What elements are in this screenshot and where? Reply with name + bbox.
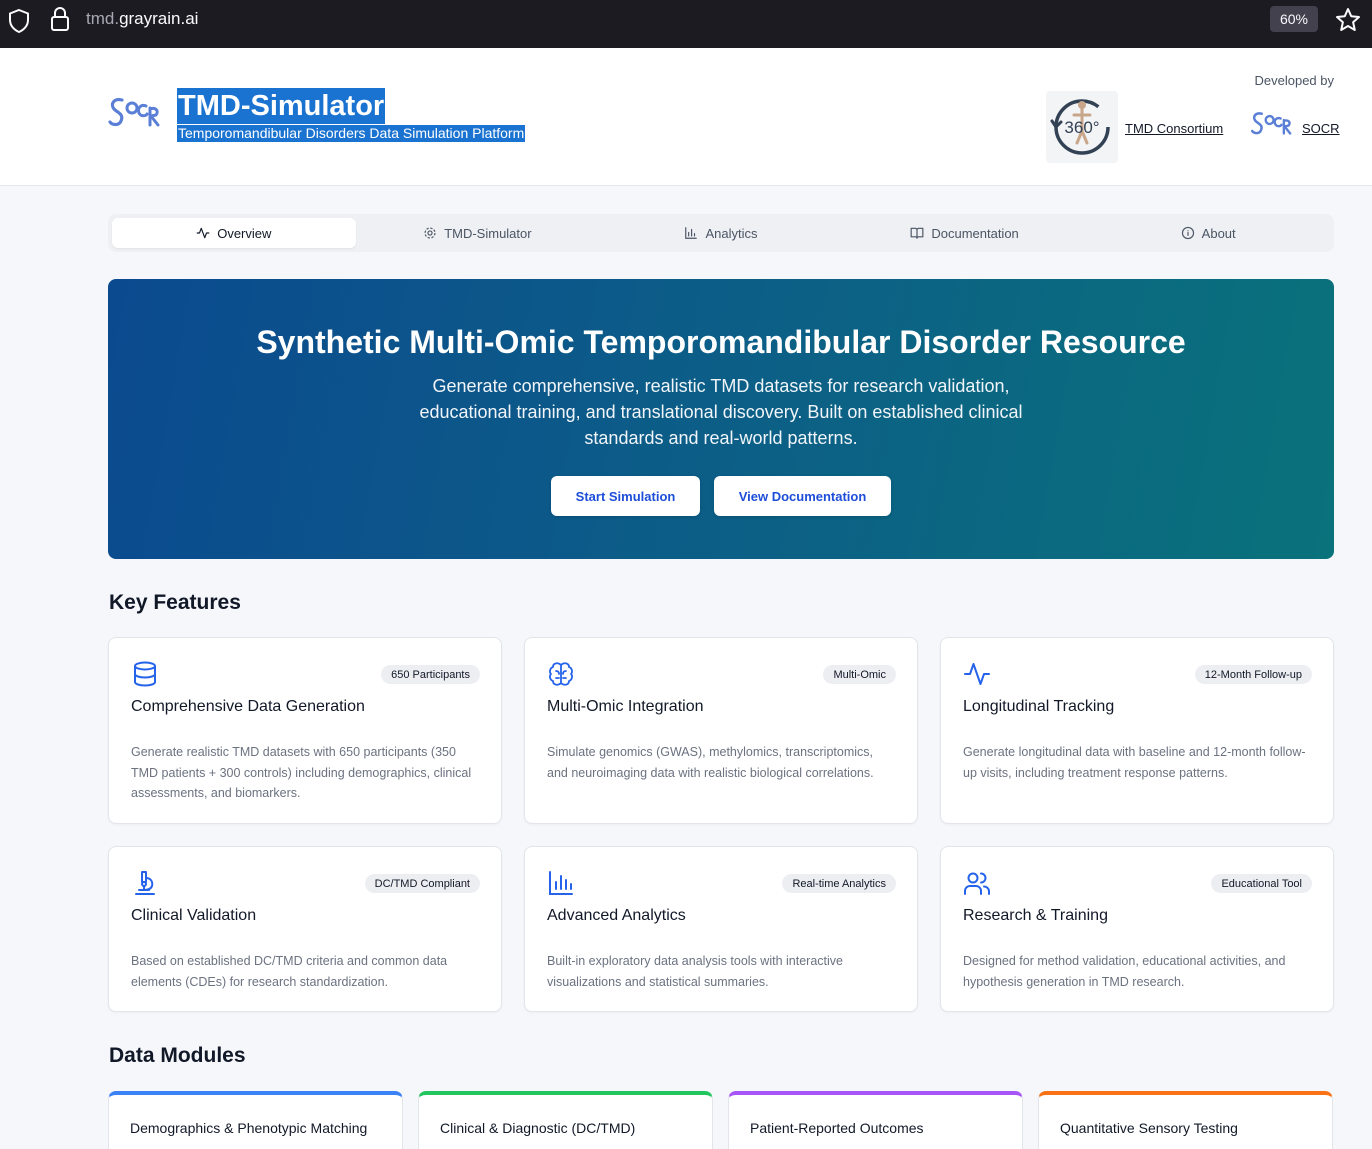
- feature-card-research-training: Educational Tool Research & Training Des…: [940, 846, 1334, 1012]
- bar-chart-icon: [549, 871, 573, 895]
- lock-icon[interactable]: [50, 6, 70, 32]
- feature-title: Comprehensive Data Generation: [131, 698, 365, 715]
- feature-card-data-generation: 650 Participants Comprehensive Data Gene…: [108, 637, 502, 824]
- feature-description: Simulate genomics (GWAS), methylomics, t…: [547, 745, 874, 780]
- site-header: TMD-Simulator Temporomandibular Disorder…: [0, 48, 1372, 186]
- info-icon: [1181, 226, 1194, 240]
- socr-link[interactable]: SOCR: [1302, 121, 1340, 136]
- key-features-heading: Key Features: [109, 591, 241, 614]
- module-title: Clinical & Diagnostic (DC/TMD): [440, 1120, 636, 1136]
- url-field[interactable]: tmd.grayrain.ai: [86, 9, 198, 29]
- developed-by-label: Developed by: [1254, 73, 1335, 88]
- feature-card-advanced-analytics: Real-time Analytics Advanced Analytics B…: [524, 846, 918, 1012]
- tab-label: Analytics: [705, 225, 758, 241]
- main-tabs: Overview TMD-Simulator Analytics Documen…: [108, 214, 1334, 252]
- feature-card-multi-omic: Multi-Omic Multi-Omic Integration Simula…: [524, 637, 918, 824]
- feature-title: Advanced Analytics: [547, 907, 686, 924]
- feature-badge: 12-Month Follow-up: [1194, 665, 1312, 684]
- book-icon: [910, 227, 924, 239]
- tab-analytics[interactable]: Analytics: [599, 218, 843, 248]
- feature-badge: 650 Participants: [381, 665, 480, 684]
- feature-title: Research & Training: [963, 907, 1108, 924]
- users-icon: [964, 872, 990, 895]
- feature-badge: Real-time Analytics: [782, 874, 896, 893]
- zoom-level-button[interactable]: 60%: [1270, 6, 1318, 32]
- module-card-clinical[interactable]: Clinical & Diagnostic (DC/TMD): [418, 1091, 713, 1149]
- site-subtitle: Temporomandibular Disorders Data Simulat…: [177, 125, 526, 142]
- hero-banner: Synthetic Multi-Omic Temporomandibular D…: [108, 279, 1334, 559]
- socr-logo-small[interactable]: [1249, 109, 1295, 139]
- feature-description: Designed for method validation, educatio…: [963, 954, 1286, 989]
- database-icon: [134, 661, 156, 687]
- gear-icon: [424, 227, 436, 239]
- feature-card-clinical-validation: DC/TMD Compliant Clinical Validation Bas…: [108, 846, 502, 1012]
- module-title: Quantitative Sensory Testing: [1060, 1120, 1238, 1136]
- hero-title: Synthetic Multi-Omic Temporomandibular D…: [256, 324, 1186, 360]
- data-modules-heading: Data Modules: [109, 1044, 246, 1067]
- activity-icon: [964, 663, 990, 685]
- tab-about[interactable]: About: [1086, 218, 1330, 248]
- hero-description: Generate comprehensive, realistic TMD da…: [419, 376, 1023, 448]
- module-title: Demographics & Phenotypic Matching: [130, 1120, 368, 1136]
- bookmark-star-icon[interactable]: [1334, 6, 1362, 34]
- tmd-360-logo[interactable]: 360°: [1046, 91, 1118, 163]
- microscope-icon: [135, 871, 155, 895]
- module-card-sensory-testing[interactable]: Quantitative Sensory Testing: [1038, 1091, 1333, 1149]
- tab-documentation[interactable]: Documentation: [843, 218, 1087, 248]
- site-title: TMD-Simulator: [177, 88, 386, 124]
- shield-icon[interactable]: [7, 8, 31, 34]
- brain-icon: [549, 662, 573, 686]
- feature-description: Built-in exploratory data analysis tools…: [547, 954, 843, 989]
- tmd-consortium-link[interactable]: TMD Consortium: [1125, 121, 1223, 136]
- feature-description: Generate realistic TMD datasets with 650…: [131, 745, 472, 800]
- activity-icon: [196, 227, 210, 239]
- feature-title: Longitudinal Tracking: [963, 698, 1115, 715]
- feature-badge: DC/TMD Compliant: [364, 874, 480, 893]
- feature-badge: Multi-Omic: [823, 665, 896, 684]
- feature-title: Multi-Omic Integration: [547, 698, 704, 715]
- tab-label: Overview: [217, 225, 272, 241]
- module-title: Patient-Reported Outcomes: [750, 1120, 924, 1136]
- feature-description: Based on established DC/TMD criteria and…: [131, 954, 448, 989]
- tab-tmd-simulator[interactable]: TMD-Simulator: [356, 218, 600, 248]
- feature-badge: Educational Tool: [1211, 874, 1312, 893]
- tab-overview[interactable]: Overview: [112, 218, 356, 248]
- module-card-demographics[interactable]: Demographics & Phenotypic Matching: [108, 1091, 403, 1149]
- module-card-patient-reported[interactable]: Patient-Reported Outcomes: [728, 1091, 1023, 1149]
- tab-label: Documentation: [931, 225, 1019, 241]
- svg-text:360°: 360°: [1064, 118, 1099, 137]
- socr-logo[interactable]: [108, 94, 162, 132]
- tab-label: About: [1201, 225, 1236, 241]
- tab-label: TMD-Simulator: [444, 225, 532, 241]
- start-simulation-button[interactable]: Start Simulation: [551, 476, 700, 516]
- feature-card-longitudinal: 12-Month Follow-up Longitudinal Tracking…: [940, 637, 1334, 824]
- feature-title: Clinical Validation: [131, 907, 257, 924]
- view-documentation-button[interactable]: View Documentation: [714, 476, 891, 516]
- bar-chart-icon: [685, 227, 698, 239]
- feature-description: Generate longitudinal data with baseline…: [963, 745, 1306, 780]
- browser-toolbar: tmd.grayrain.ai 60%: [0, 0, 1372, 48]
